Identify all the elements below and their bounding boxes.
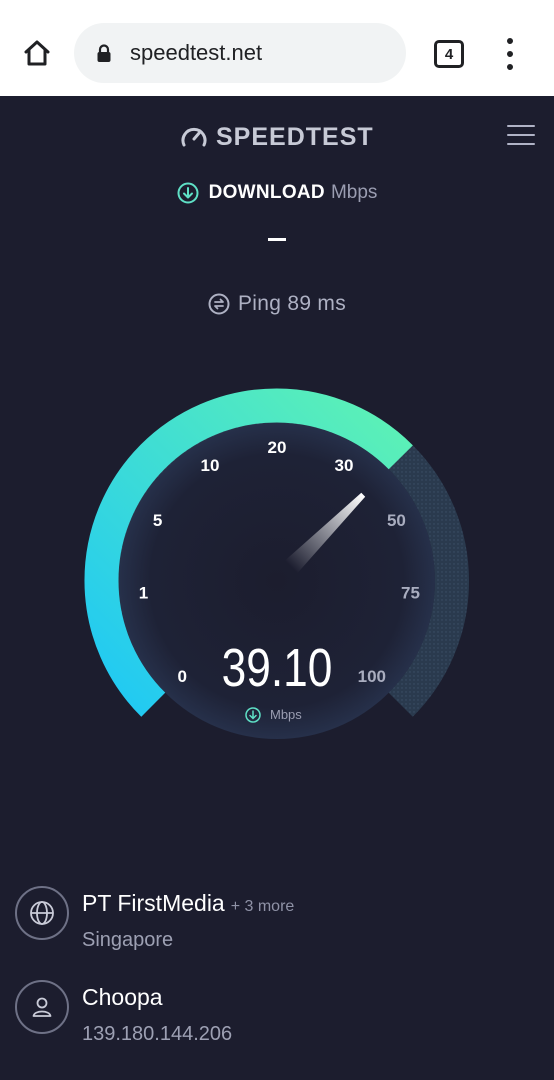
hamburger-menu-icon[interactable] — [507, 123, 537, 147]
ping-row: Ping 89 ms — [0, 292, 554, 321]
ping-label: Ping 89 ms — [237, 292, 347, 315]
gauge-tick-label: 100 — [358, 667, 386, 686]
isp-name: PT FirstMedia — [82, 890, 225, 916]
speedtest-app: SPEEDTEST DOWNLOAD Mbps Ping 89 ms 0 1 5… — [0, 96, 554, 1080]
brand-name: SPEEDTEST — [216, 122, 374, 151]
lock-icon — [96, 44, 112, 69]
download-value-placeholder — [268, 238, 286, 241]
speedometer-logo-icon — [181, 127, 207, 147]
speed-gauge: 0 1 5 10 20 30 50 75 100 39.10 Mbps — [84, 388, 469, 739]
host-ip: 139.180.144.206 — [82, 1023, 233, 1045]
speedtest-logo[interactable]: SPEEDTEST — [180, 122, 374, 152]
gauge-tick-label: 30 — [335, 456, 354, 475]
url-text: speedtest.net — [130, 40, 263, 65]
person-icon — [15, 980, 69, 1034]
gauge-tick-label: 0 — [177, 667, 186, 686]
gauge-tick-label: 1 — [139, 584, 148, 603]
tab-switcher-button[interactable]: 4 — [434, 40, 464, 68]
isp-row[interactable]: PT FirstMedia + 3 more Singapore — [0, 876, 554, 966]
isp-name-line: PT FirstMedia + 3 more — [82, 890, 294, 917]
isp-location: Singapore — [82, 929, 174, 951]
gauge-tick-label: 50 — [387, 511, 406, 530]
isp-more[interactable]: + 3 more — [231, 898, 295, 915]
gauge-unit-label: Mbps — [270, 707, 302, 722]
gauge-tick-label: 5 — [153, 511, 162, 530]
address-bar[interactable]: speedtest.net — [74, 23, 406, 83]
gauge-tick-label: 20 — [268, 438, 287, 457]
browser-toolbar: speedtest.net 4 — [0, 0, 554, 96]
download-title: DOWNLOAD — [208, 182, 325, 203]
ping-icon — [208, 293, 230, 315]
download-arrow-icon — [177, 182, 199, 204]
host-row[interactable]: Choopa 139.180.144.206 — [0, 970, 554, 1060]
globe-icon — [15, 886, 69, 940]
download-unit: Mbps — [330, 182, 378, 203]
gauge-tick-label: 10 — [201, 456, 220, 475]
more-options-icon[interactable] — [500, 38, 520, 70]
home-icon[interactable] — [18, 34, 56, 72]
download-header: DOWNLOAD Mbps — [0, 182, 554, 210]
gauge-value: 39.10 — [222, 638, 333, 698]
host-name: Choopa — [82, 984, 163, 1010]
gauge-tick-label: 75 — [401, 584, 420, 603]
